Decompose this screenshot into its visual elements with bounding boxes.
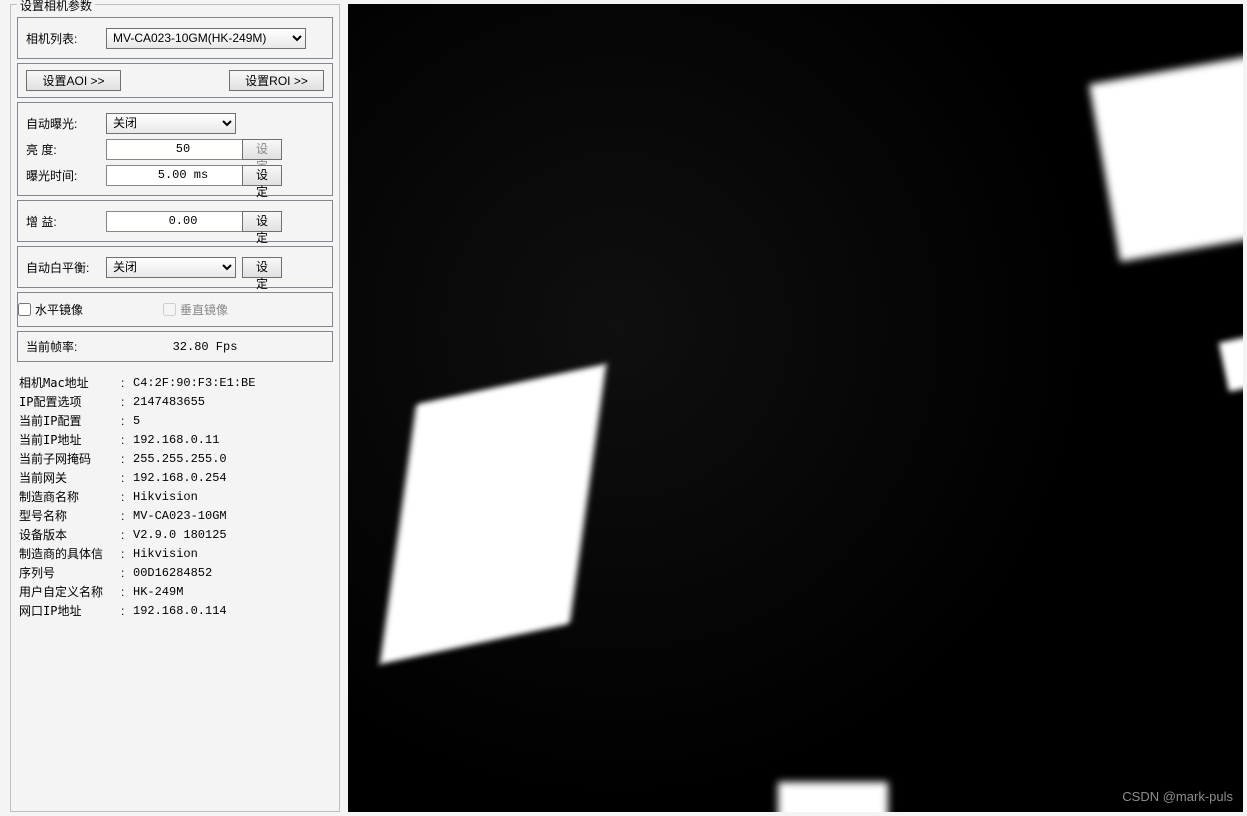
exposure-time-label: 曝光时间: bbox=[26, 167, 106, 184]
info-value: 5 bbox=[133, 413, 140, 429]
info-value: 255.255.255.0 bbox=[133, 451, 227, 467]
gain-input[interactable] bbox=[106, 211, 260, 232]
info-row: 当前IP地址:192.168.0.11 bbox=[19, 432, 331, 448]
set-aoi-button[interactable]: 设置AOI >> bbox=[26, 70, 121, 91]
info-label: 当前子网掩码 bbox=[19, 451, 121, 467]
info-row: 制造商名称:Hikvision bbox=[19, 489, 331, 505]
gain-stepper[interactable]: ▲ ▼ bbox=[106, 211, 236, 232]
info-row: IP配置选项:2147483655 bbox=[19, 394, 331, 410]
fps-value: 32.80 Fps bbox=[86, 340, 324, 354]
white-balance-dropdown[interactable]: 关闭 bbox=[106, 257, 236, 278]
fps-label: 当前帧率: bbox=[26, 338, 86, 355]
gain-set-button[interactable]: 设定 bbox=[242, 211, 282, 232]
info-label: 当前IP配置 bbox=[19, 413, 121, 429]
info-label: 制造商的具体信 bbox=[19, 546, 121, 562]
brightness-input[interactable] bbox=[106, 139, 260, 160]
settings-sidebar: 设置相机参数 相机列表: MV-CA023-10GM(HK-249M) 设置AO… bbox=[10, 4, 340, 812]
white-balance-panel: 自动白平衡: 关闭 设定 bbox=[17, 246, 333, 288]
info-row: 制造商的具体信:Hikvision bbox=[19, 546, 331, 562]
camera-list-dropdown[interactable]: MV-CA023-10GM(HK-249M) bbox=[106, 28, 306, 49]
info-value: 192.168.0.254 bbox=[133, 470, 227, 486]
gain-panel: 增 益: ▲ ▼ 设定 bbox=[17, 200, 333, 242]
mirror-panel: 水平镜像 垂直镜像 bbox=[17, 292, 333, 327]
set-roi-button[interactable]: 设置ROI >> bbox=[229, 70, 324, 91]
camera-settings-groupbox: 设置相机参数 相机列表: MV-CA023-10GM(HK-249M) 设置AO… bbox=[10, 4, 340, 812]
camera-list-label: 相机列表: bbox=[26, 30, 106, 47]
exposure-time-input[interactable] bbox=[106, 165, 260, 186]
info-value: 00D16284852 bbox=[133, 565, 212, 581]
exposure-set-button[interactable]: 设定 bbox=[242, 165, 282, 186]
info-label: 相机Mac地址 bbox=[19, 375, 121, 391]
info-label: 当前网关 bbox=[19, 470, 121, 486]
info-label: 序列号 bbox=[19, 565, 121, 581]
brightness-stepper[interactable]: ▲ ▼ bbox=[106, 139, 236, 160]
info-row: 当前IP配置:5 bbox=[19, 413, 331, 429]
info-value: HK-249M bbox=[133, 584, 183, 600]
camera-list-panel: 相机列表: MV-CA023-10GM(HK-249M) bbox=[17, 17, 333, 59]
info-row: 当前网关:192.168.0.254 bbox=[19, 470, 331, 486]
info-label: 网口IP地址 bbox=[19, 603, 121, 619]
info-label: 型号名称 bbox=[19, 508, 121, 524]
brightness-label: 亮 度: bbox=[26, 141, 106, 158]
fps-panel: 当前帧率: 32.80 Fps bbox=[17, 331, 333, 362]
info-row: 相机Mac地址:C4:2F:90:F3:E1:BE bbox=[19, 375, 331, 391]
info-label: 当前IP地址 bbox=[19, 432, 121, 448]
auto-exposure-label: 自动曝光: bbox=[26, 115, 106, 132]
groupbox-title: 设置相机参数 bbox=[17, 0, 95, 14]
info-label: 设备版本 bbox=[19, 527, 121, 543]
vertical-mirror-checkbox: 垂直镜像 bbox=[163, 301, 228, 318]
info-row: 型号名称:MV-CA023-10GM bbox=[19, 508, 331, 524]
info-value: C4:2F:90:F3:E1:BE bbox=[133, 375, 255, 391]
camera-info-list: 相机Mac地址:C4:2F:90:F3:E1:BE IP配置选项:21474836… bbox=[17, 368, 333, 626]
aoi-roi-panel: 设置AOI >> 设置ROI >> bbox=[17, 63, 333, 98]
horizontal-mirror-checkbox[interactable]: 水平镜像 bbox=[18, 301, 83, 318]
horizontal-mirror-input[interactable] bbox=[18, 303, 31, 316]
white-balance-set-button[interactable]: 设定 bbox=[242, 257, 282, 278]
info-value: MV-CA023-10GM bbox=[133, 508, 227, 524]
vertical-mirror-input bbox=[163, 303, 176, 316]
info-value: 192.168.0.11 bbox=[133, 432, 219, 448]
info-value: V2.9.0 180125 bbox=[133, 527, 227, 543]
exposure-time-stepper[interactable]: ▲ ▼ bbox=[106, 165, 236, 186]
white-balance-label: 自动白平衡: bbox=[26, 259, 106, 276]
info-value: 2147483655 bbox=[133, 394, 205, 410]
info-row: 设备版本:V2.9.0 180125 bbox=[19, 527, 331, 543]
info-label: 制造商名称 bbox=[19, 489, 121, 505]
app-container: 设置相机参数 相机列表: MV-CA023-10GM(HK-249M) 设置AO… bbox=[0, 0, 1247, 816]
info-value: Hikvision bbox=[133, 489, 198, 505]
info-value: Hikvision bbox=[133, 546, 198, 562]
info-label: IP配置选项 bbox=[19, 394, 121, 410]
info-value: 192.168.0.114 bbox=[133, 603, 227, 619]
info-row: 用户自定义名称:HK-249M bbox=[19, 584, 331, 600]
camera-preview: CSDN @mark-puls bbox=[348, 4, 1243, 812]
gain-label: 增 益: bbox=[26, 213, 106, 230]
brightness-set-button: 设定 bbox=[242, 139, 282, 160]
info-row: 序列号:00D16284852 bbox=[19, 565, 331, 581]
info-label: 用户自定义名称 bbox=[19, 584, 121, 600]
auto-exposure-dropdown[interactable]: 关闭 bbox=[106, 113, 236, 134]
info-row: 当前子网掩码:255.255.255.0 bbox=[19, 451, 331, 467]
watermark: CSDN @mark-puls bbox=[1122, 789, 1233, 804]
info-row: 网口IP地址:192.168.0.114 bbox=[19, 603, 331, 619]
exposure-panel: 自动曝光: 关闭 亮 度: ▲ ▼ 设定 bbox=[17, 102, 333, 196]
